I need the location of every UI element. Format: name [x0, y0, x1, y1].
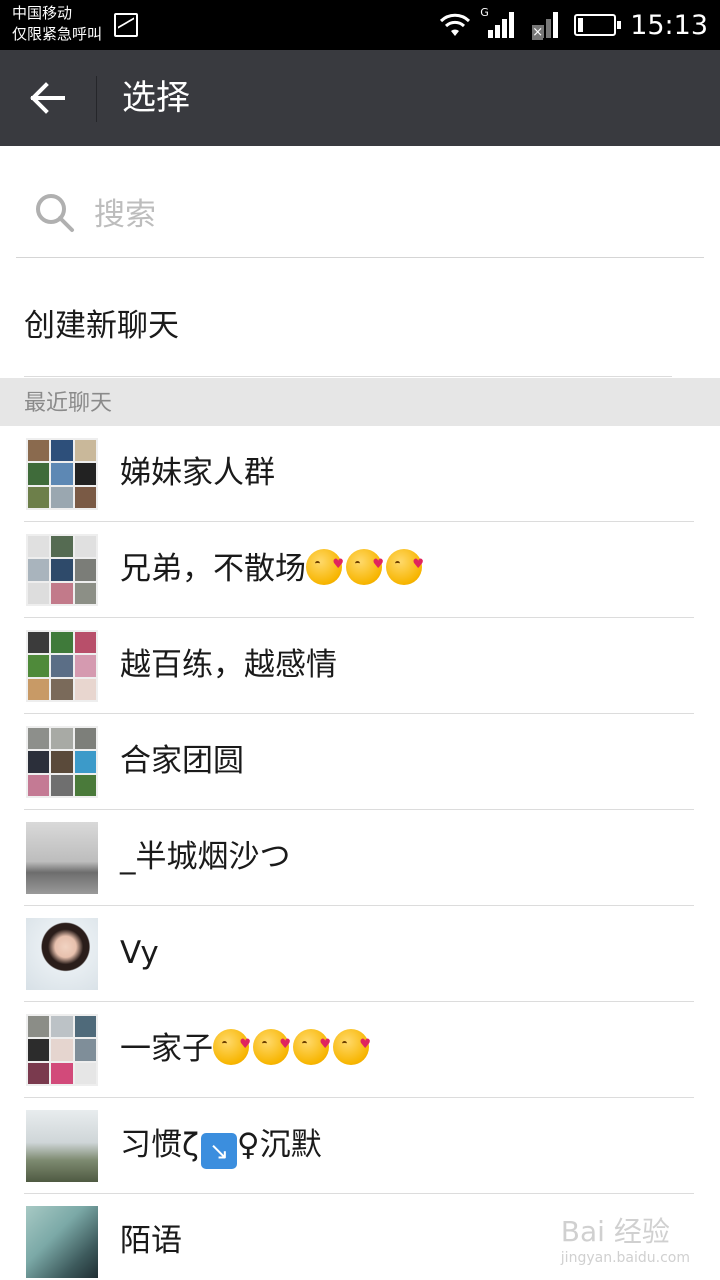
back-button[interactable]	[24, 74, 72, 122]
kissing-face-emoji	[333, 1021, 371, 1069]
app-bar-divider	[96, 76, 97, 122]
carrier-info: 中国移动 仅限紧急呼叫	[12, 3, 102, 45]
arrow-down-right-emoji: ↘	[200, 1133, 237, 1169]
chat-row[interactable]: 兄弟，不散场	[0, 522, 720, 618]
chat-row[interactable]: 习惯ζ ↘ ♀沉默	[0, 1098, 720, 1194]
status-icons: G × 15:13	[438, 6, 708, 42]
create-new-chat[interactable]: 创建新聊天	[0, 278, 720, 377]
kissing-face-emoji	[213, 1021, 251, 1069]
emergency-only-text: 仅限紧急呼叫	[12, 25, 103, 43]
kissing-face-emoji	[253, 1021, 291, 1069]
page-title: 选择	[122, 78, 190, 118]
chat-name-suffix: ♀沉默	[236, 1127, 322, 1163]
clock: 15:13	[630, 9, 708, 41]
chat-row[interactable]: _半城烟沙つ	[0, 810, 720, 906]
contact-avatar	[26, 918, 98, 990]
contact-avatar	[26, 1206, 98, 1278]
chat-row[interactable]: 合家团圆	[0, 714, 720, 810]
search-bar[interactable]	[16, 170, 704, 258]
divider	[24, 376, 672, 377]
group-avatar	[26, 630, 98, 702]
chat-name: 越百练，越感情	[120, 647, 337, 683]
contact-avatar	[26, 822, 98, 894]
contact-avatar	[26, 1110, 98, 1182]
chat-name: _半城烟沙つ	[120, 839, 291, 875]
wifi-icon	[440, 13, 471, 36]
carrier-name: 中国移动	[12, 4, 73, 22]
chat-row[interactable]: 越百练，越感情	[0, 618, 720, 714]
battery-icon	[574, 14, 622, 36]
baidu-watermark: Bai 经验 jingyan.baidu.com	[561, 1210, 690, 1266]
create-new-chat-label: 创建新聊天	[24, 308, 179, 344]
signal-strength-icon: G	[480, 6, 516, 38]
arrow-left-icon	[30, 82, 65, 114]
kissing-face-emoji	[293, 1021, 331, 1069]
chat-name-prefix: 习惯ζ	[120, 1127, 199, 1163]
chat-name: 娣妹家人群	[120, 455, 275, 491]
chat-name: 习惯ζ ↘ ♀沉默	[120, 1121, 322, 1169]
status-bar: 中国移动 仅限紧急呼叫 G × 15:13	[0, 0, 720, 50]
chat-name: 兄弟，不散场	[120, 541, 426, 593]
chat-row[interactable]: 娣妹家人群	[0, 426, 720, 522]
kissing-face-emoji	[346, 541, 384, 589]
chat-name: 一家子	[120, 1021, 373, 1073]
group-avatar	[26, 438, 98, 510]
chat-name: 陌语	[120, 1223, 182, 1259]
app-bar: 选择	[0, 50, 720, 146]
search-input[interactable]	[94, 192, 674, 238]
image-notification-icon	[114, 13, 138, 37]
chat-row[interactable]: Vy	[0, 906, 720, 1002]
chat-name-text: 一家子	[120, 1031, 213, 1067]
kissing-face-emoji	[306, 541, 344, 589]
group-avatar	[26, 534, 98, 606]
no-signal-icon: ×	[530, 12, 560, 40]
kissing-face-emoji	[386, 541, 424, 589]
chat-name: 合家团圆	[120, 743, 244, 779]
chat-row[interactable]: 一家子	[0, 1002, 720, 1098]
group-avatar	[26, 1014, 98, 1086]
recent-chats-header: 最近聊天	[0, 378, 720, 426]
chat-name: Vy	[120, 935, 159, 971]
search-icon	[36, 194, 74, 232]
watermark-brand: Bai 经验	[560, 1215, 670, 1248]
group-avatar	[26, 726, 98, 798]
recent-chat-list: 娣妹家人群 兄弟，不散场 越百练，越感情 合家团圆 _半城烟沙つ	[0, 426, 720, 1280]
chat-name-text: 兄弟，不散场	[120, 551, 306, 587]
recent-chats-label: 最近聊天	[24, 391, 113, 416]
watermark-url: jingyan.baidu.com	[560, 1250, 690, 1266]
